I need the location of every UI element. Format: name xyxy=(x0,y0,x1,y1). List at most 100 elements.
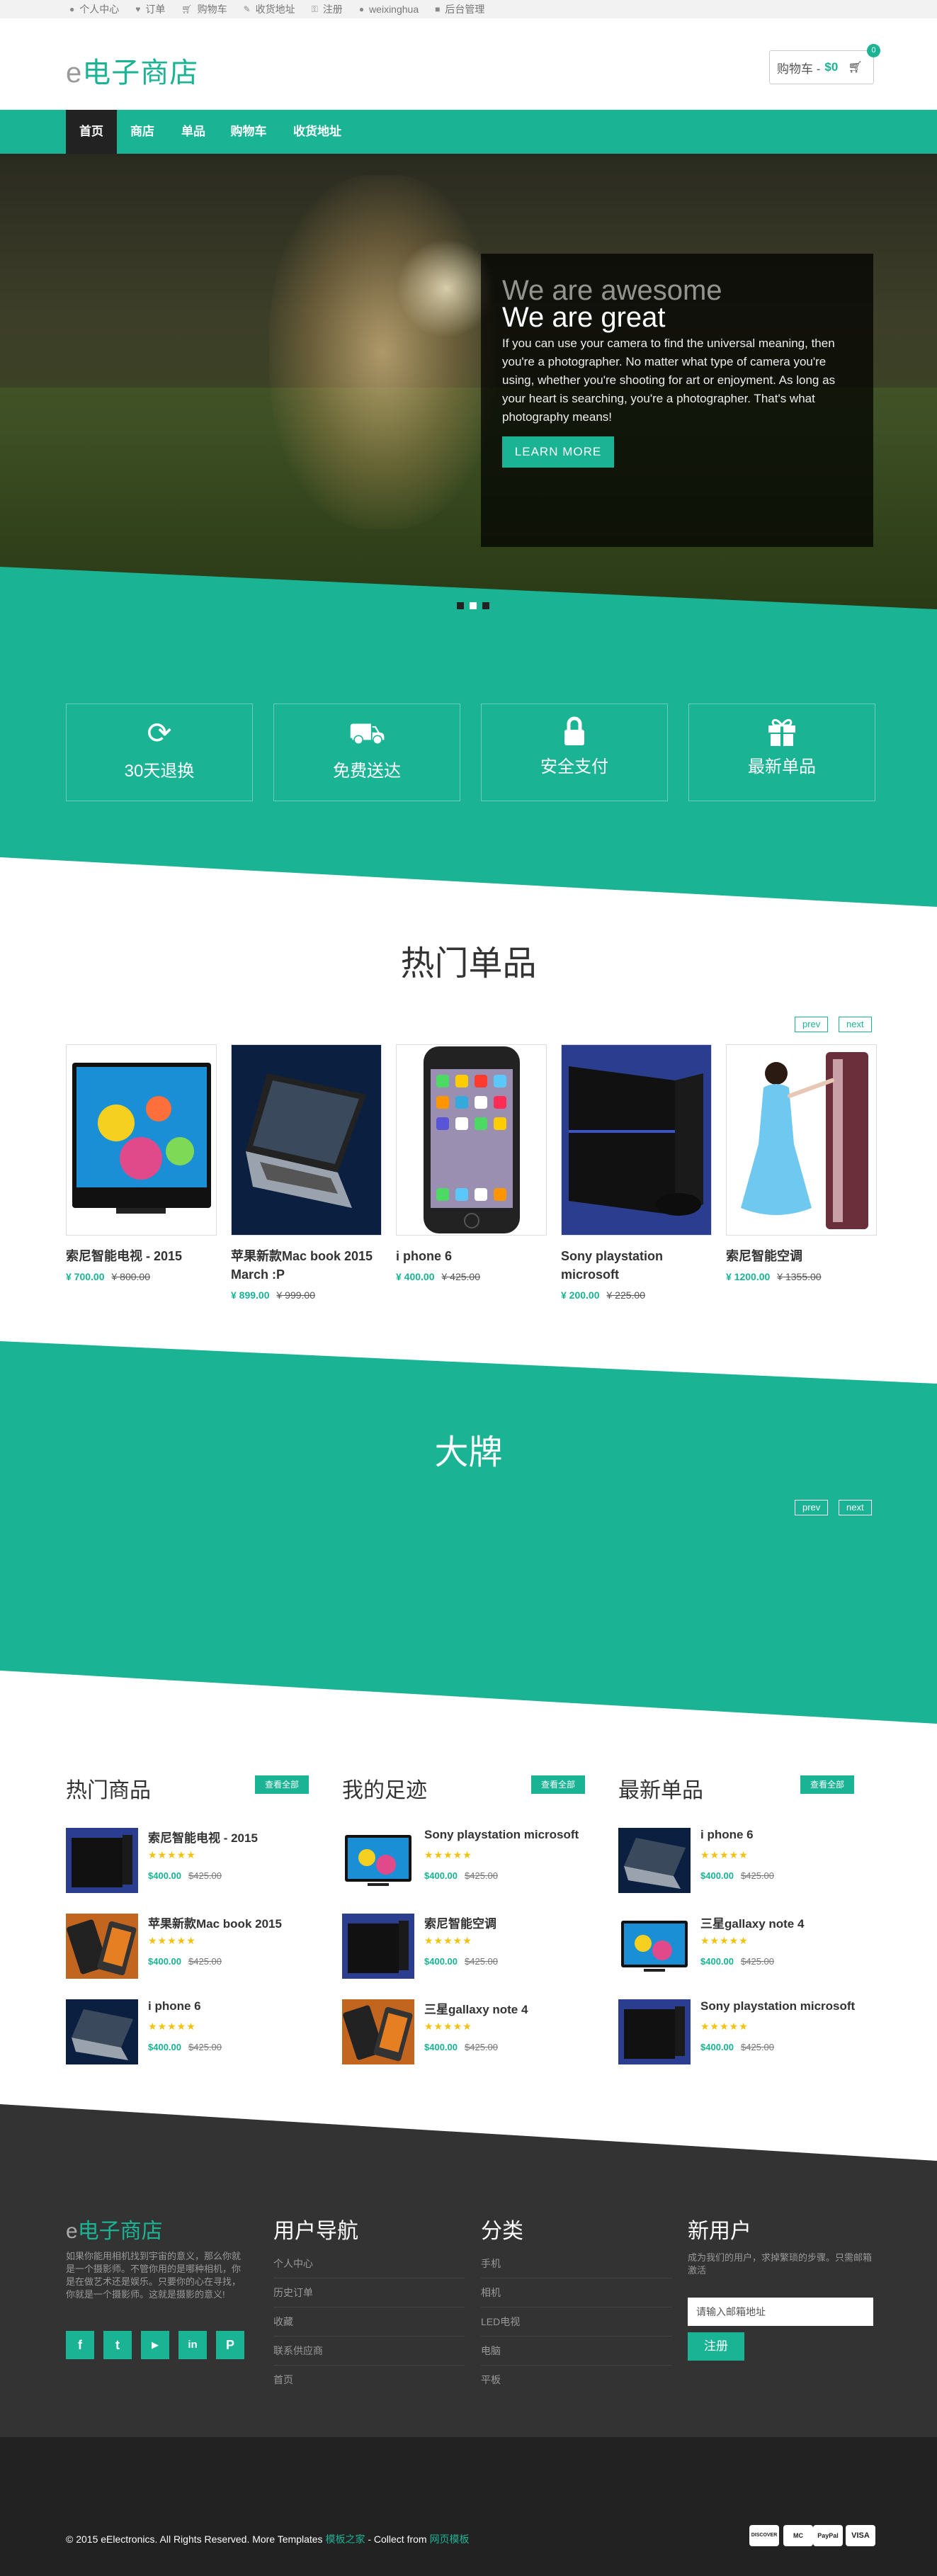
list-item[interactable]: 索尼智能电视 - 2015 ★★★★★ $400.00 $425.00 xyxy=(66,1828,309,1893)
console-image[interactable] xyxy=(342,1914,414,1979)
nav-item-single[interactable]: 单品 xyxy=(168,110,219,154)
footer-category-link[interactable]: 手机 xyxy=(481,2249,672,2278)
product-card[interactable]: 苹果新款Mac book 2015 March :P ¥ 899.00 ¥ 999… xyxy=(231,1044,382,1301)
slider-dot-active[interactable] xyxy=(470,602,477,609)
footer-link[interactable]: 个人中心 xyxy=(273,2249,465,2278)
view-all-button[interactable]: 查看全部 xyxy=(530,1775,585,1794)
email-input[interactable]: 请输入邮箱地址 xyxy=(688,2298,873,2326)
product-price: ¥ 899.00 ¥ 999.00 xyxy=(231,1289,382,1301)
item-name[interactable]: 索尼智能电视 - 2015 xyxy=(148,1828,258,1846)
tablet-image[interactable] xyxy=(66,1914,138,1979)
top-link-register[interactable]: ⚿ 注册 xyxy=(312,2,343,16)
feature-label: 30天退换 xyxy=(124,762,195,781)
footer-link[interactable]: 联系供应商 xyxy=(273,2337,465,2366)
nav-item-home[interactable]: 首页 xyxy=(66,110,117,154)
brands-title: 大牌 xyxy=(434,1434,503,1471)
item-name[interactable]: 苹果新款Mac book 2015 xyxy=(148,1914,282,1931)
item-name[interactable]: 三星gallaxy note 4 xyxy=(424,1999,528,2017)
item-name[interactable]: i phone 6 xyxy=(148,1999,201,2013)
product-card[interactable]: i phone 6 ¥ 400.00 ¥ 425.00 xyxy=(396,1044,547,1282)
web-templates-link[interactable]: 网页模板 xyxy=(429,2533,469,2545)
learn-more-button[interactable]: LEARN MORE xyxy=(502,436,614,468)
logo-text: 电子商店 xyxy=(82,57,199,89)
footer-link[interactable]: 收藏 xyxy=(273,2307,465,2337)
product-name[interactable]: 苹果新款Mac book 2015 March :P xyxy=(231,1247,382,1284)
view-all-button[interactable]: 查看全部 xyxy=(800,1775,854,1794)
tv-image[interactable] xyxy=(342,1828,414,1893)
tv-image[interactable] xyxy=(618,1914,691,1979)
product-name[interactable]: 索尼智能电视 - 2015 xyxy=(66,1247,217,1265)
nav-item-shop[interactable]: 商店 xyxy=(117,110,168,154)
list-item[interactable]: i phone 6 ★★★★★ $400.00 $425.00 xyxy=(66,1999,309,2064)
footer-category-link[interactable]: LED电视 xyxy=(481,2307,672,2337)
lock-icon: ■ xyxy=(435,4,441,14)
item-name[interactable]: Sony playstation microsoft xyxy=(700,1999,855,2013)
price-old: ¥ 1355.00 xyxy=(777,1271,822,1282)
top-link-profile[interactable]: ● 个人中心 xyxy=(69,2,119,16)
item-price: $400.00 $425.00 xyxy=(424,1956,498,1967)
laptop-image[interactable] xyxy=(231,1044,382,1236)
product-card[interactable]: Sony playstation microsoft ¥ 200.00 ¥ 225… xyxy=(561,1044,712,1301)
item-name[interactable]: Sony playstation microsoft xyxy=(424,1828,579,1842)
site-logo[interactable]: e电子商店 xyxy=(66,50,198,91)
view-all-button[interactable]: 查看全部 xyxy=(254,1775,309,1794)
item-name[interactable]: 三星gallaxy note 4 xyxy=(700,1914,804,1931)
register-button[interactable]: 注册 xyxy=(688,2332,744,2361)
facebook-icon[interactable]: f xyxy=(66,2331,94,2359)
top-link-admin[interactable]: ■ 后台管理 xyxy=(435,2,484,16)
footer-logo[interactable]: e电子商店 xyxy=(66,2213,163,2244)
footer-category-link[interactable]: 相机 xyxy=(481,2278,672,2307)
list-item[interactable]: Sony playstation microsoft ★★★★★ $400.00… xyxy=(342,1828,585,1893)
product-card[interactable]: 索尼智能空调 ¥ 1200.00 ¥ 1355.00 xyxy=(726,1044,877,1282)
item-name[interactable]: 索尼智能空调 xyxy=(424,1914,496,1931)
list-item[interactable]: 索尼智能空调 ★★★★★ $400.00 $425.00 xyxy=(342,1914,585,1979)
list-item[interactable]: 三星gallaxy note 4 ★★★★★ $400.00 $425.00 xyxy=(342,1999,585,2064)
twitter-icon[interactable]: t xyxy=(103,2331,132,2359)
list-item[interactable]: 三星gallaxy note 4 ★★★★★ $400.00 $425.00 xyxy=(618,1914,861,1979)
phone-image[interactable] xyxy=(396,1044,547,1236)
hot-prev-button[interactable]: prev xyxy=(795,1017,829,1032)
cart-button[interactable]: 购物车 - $0 🛒︎ 0 xyxy=(769,44,880,84)
laptop-image[interactable] xyxy=(618,1828,691,1893)
footer-category-link[interactable]: 电脑 xyxy=(481,2337,672,2366)
list-item[interactable]: Sony playstation microsoft ★★★★★ $400.00… xyxy=(618,1999,861,2064)
tablet-image[interactable] xyxy=(342,1999,414,2064)
air-conditioner-image[interactable] xyxy=(726,1044,877,1236)
top-link-orders[interactable]: ♥ 订单 xyxy=(135,2,165,16)
hot-next-button[interactable]: next xyxy=(839,1017,872,1032)
tv-image[interactable] xyxy=(66,1044,217,1236)
footer-category-link[interactable]: 平板 xyxy=(481,2366,672,2395)
laptop-image[interactable] xyxy=(66,1999,138,2064)
footer-link[interactable]: 首页 xyxy=(273,2366,465,2395)
top-link-cart[interactable]: 🛒︎ 购物车 xyxy=(181,2,227,16)
product-name[interactable]: Sony playstation microsoft xyxy=(561,1247,712,1284)
rating-stars: ★★★★★ xyxy=(700,1935,749,1946)
slider-dot[interactable] xyxy=(482,602,489,609)
nav-item-address[interactable]: 收货地址 xyxy=(278,110,356,154)
product-card[interactable]: 索尼智能电视 - 2015 ¥ 700.00 ¥ 800.00 xyxy=(66,1044,217,1282)
product-name[interactable]: i phone 6 xyxy=(396,1247,547,1265)
pinterest-icon[interactable]: P xyxy=(216,2331,244,2359)
top-link-address[interactable]: ✎ 收货地址 xyxy=(244,2,295,16)
brands-prev-button[interactable]: prev xyxy=(795,1500,829,1515)
youtube-icon[interactable]: ▶ xyxy=(141,2331,169,2359)
item-price: $400.00 $425.00 xyxy=(700,1956,774,1967)
footer-link[interactable]: 历史订单 xyxy=(273,2278,465,2307)
templates-link[interactable]: 模板之家 xyxy=(325,2533,365,2545)
console-image[interactable] xyxy=(561,1044,712,1236)
nav-item-cart[interactable]: 购物车 xyxy=(219,110,278,154)
item-name[interactable]: i phone 6 xyxy=(700,1828,754,1842)
list-item[interactable]: 苹果新款Mac book 2015 ★★★★★ $400.00 $425.00 xyxy=(66,1914,309,1979)
footer-bottom xyxy=(0,2437,937,2576)
cart-icon: 🛒︎ xyxy=(848,62,863,74)
slider-dot[interactable] xyxy=(457,602,464,609)
product-name[interactable]: 索尼智能空调 xyxy=(726,1247,877,1265)
console-image[interactable] xyxy=(618,1999,691,2064)
item-price: $400.00 $425.00 xyxy=(424,2042,498,2052)
top-link-user[interactable]: ● weixinghua xyxy=(359,4,419,15)
linkedin-icon[interactable]: in xyxy=(178,2331,207,2359)
console-image[interactable] xyxy=(66,1828,138,1893)
brands-next-button[interactable]: next xyxy=(839,1500,872,1515)
top-link-label: 注册 xyxy=(322,4,343,15)
list-item[interactable]: i phone 6 ★★★★★ $400.00 $425.00 xyxy=(618,1828,861,1893)
